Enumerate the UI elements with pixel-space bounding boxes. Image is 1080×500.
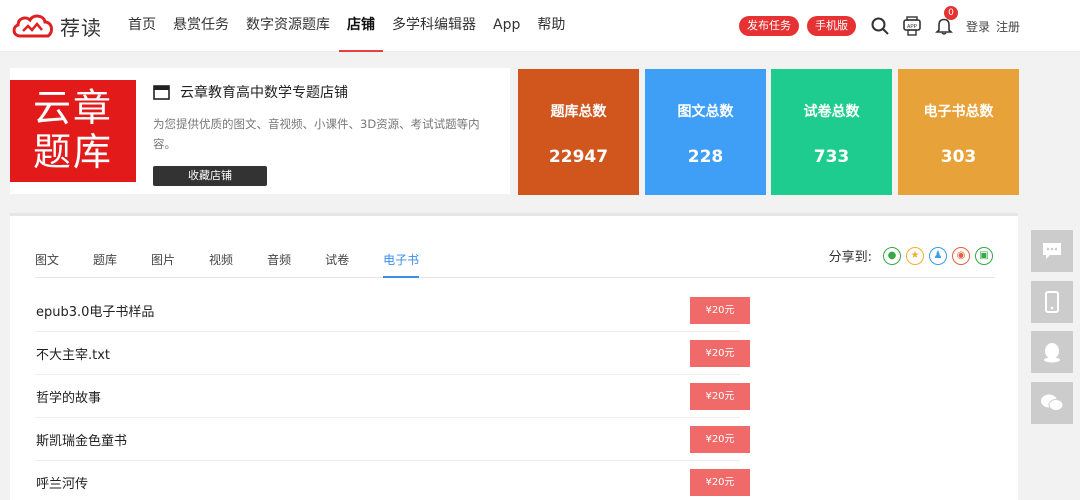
nav-home[interactable]: 首页 (120, 0, 164, 52)
stat-value: 733 (813, 147, 850, 167)
shop-logo-line1: 云章 (32, 86, 113, 130)
stat-label: 题库总数 (550, 104, 607, 120)
stat-label: 电子书总数 (923, 104, 994, 120)
tab-question-bank[interactable]: 题库 (93, 238, 117, 278)
list-item[interactable]: 不大主宰.txt ¥20元 (35, 332, 750, 375)
notification-bell-icon[interactable]: 0 (933, 6, 958, 37)
tab-images[interactable]: 图片 (151, 238, 175, 278)
app-download-icon[interactable]: APP (901, 15, 923, 37)
stat-value: 22947 (548, 147, 609, 167)
nav-help[interactable]: 帮助 (529, 0, 573, 52)
header-actions: 发布任务 手机版 APP 0 登录 注册 (738, 0, 1020, 52)
chat-bubble-icon (1043, 243, 1061, 259)
tab-videos[interactable]: 视频 (209, 238, 233, 278)
stat-label: 图文总数 (677, 104, 734, 120)
wechat-icon (1041, 394, 1064, 411)
nav-shop[interactable]: 店铺 (339, 0, 383, 52)
list-item[interactable]: 哲学的故事 ¥20元 (35, 375, 750, 418)
shop-name: 云章教育高中数学专题店铺 (180, 85, 348, 101)
weibo-share-icon[interactable]: ◉ (952, 246, 970, 265)
store-icon (153, 84, 170, 100)
top-header: 荐读 首页 悬赏任务 数字资源题库 店铺 多学科编辑器 App 帮助 发布任务 … (0, 0, 1080, 52)
list-item[interactable]: epub3.0电子书样品 ¥20元 (35, 289, 750, 332)
item-title[interactable]: 斯凯瑞金色童书 (35, 430, 127, 449)
price-button[interactable]: ¥20元 (690, 468, 750, 496)
main-nav: 首页 悬赏任务 数字资源题库 店铺 多学科编辑器 App 帮助 (120, 0, 574, 52)
price-button[interactable]: ¥20元 (690, 296, 750, 324)
stat-card-papers[interactable]: 试卷总数 733 (771, 69, 892, 195)
shop-logo: 云章 题库 (10, 80, 136, 182)
price-button[interactable]: ¥20元 (690, 339, 750, 367)
item-title[interactable]: 呼兰河传 (35, 473, 88, 492)
logo-text: 荐读 (60, 15, 102, 40)
search-icon[interactable] (869, 15, 891, 37)
login-link[interactable]: 登录 (966, 18, 990, 35)
cloud-logo-icon (12, 14, 54, 38)
site-logo[interactable]: 荐读 (10, 10, 102, 42)
list-item[interactable]: 呼兰河传 ¥20元 (35, 461, 750, 500)
side-wechat-button[interactable] (1031, 382, 1073, 424)
tab-papers[interactable]: 试卷 (325, 238, 349, 278)
stat-value: 303 (940, 147, 977, 167)
publish-task-button[interactable]: 发布任务 (738, 16, 799, 36)
side-qq-button[interactable] (1031, 331, 1073, 373)
share-label: 分享到: (828, 250, 872, 265)
item-title[interactable]: 不大主宰.txt (35, 344, 110, 363)
mobile-version-button[interactable]: 手机版 (806, 16, 856, 36)
shop-name-row: 云章教育高中数学专题店铺 (153, 82, 348, 102)
item-title[interactable]: 哲学的故事 (35, 387, 101, 406)
stat-value: 228 (687, 147, 724, 167)
item-title[interactable]: epub3.0电子书样品 (35, 301, 154, 320)
price-button[interactable]: ¥20元 (690, 425, 750, 453)
tab-articles[interactable]: 图文 (35, 238, 59, 278)
qq-icon (1044, 343, 1060, 363)
list-item[interactable]: 斯凯瑞金色童书 ¥20元 (35, 418, 750, 461)
favorite-shop-button[interactable]: 收藏店铺 (153, 166, 267, 186)
stat-card-ebooks[interactable]: 电子书总数 303 (898, 69, 1019, 195)
svg-text:APP: APP (907, 24, 918, 30)
qq-share-icon[interactable]: ♟ (929, 246, 947, 265)
stat-card-question-bank[interactable]: 题库总数 22947 (518, 69, 639, 195)
stat-label: 试卷总数 (803, 104, 860, 120)
stat-card-articles[interactable]: 图文总数 228 (645, 69, 766, 195)
side-message-button[interactable] (1031, 230, 1073, 272)
nav-bounty-tasks[interactable]: 悬赏任务 (165, 0, 237, 52)
ebook-list: epub3.0电子书样品 ¥20元 不大主宰.txt ¥20元 哲学的故事 ¥2… (35, 289, 750, 500)
phone-icon (1045, 291, 1059, 313)
shop-logo-line2: 题库 (32, 130, 113, 174)
resource-content: 图文 题库 图片 视频 音频 试卷 电子书 分享到: ● ★ ♟ ◉ ▣ epu… (10, 213, 1018, 500)
nav-multi-subject-editor[interactable]: 多学科编辑器 (384, 0, 484, 52)
douban-share-icon[interactable]: ▣ (975, 246, 993, 265)
share-bar: 分享到: ● ★ ♟ ◉ ▣ (829, 246, 993, 265)
side-mobile-button[interactable] (1031, 281, 1073, 323)
tab-audio[interactable]: 音频 (267, 238, 291, 278)
shop-description: 为您提供优质的图文、音视频、小课件、3D资源、考试试题等内容。 (153, 117, 480, 151)
shop-info-panel: 云章 题库 云章教育高中数学专题店铺 为您提供优质的图文、音视频、小课件、3D资… (10, 68, 510, 194)
notification-count-badge: 0 (943, 6, 958, 20)
price-button[interactable]: ¥20元 (690, 382, 750, 410)
qzone-share-icon[interactable]: ★ (906, 246, 924, 265)
tab-ebooks[interactable]: 电子书 (383, 238, 420, 278)
nav-app[interactable]: App (485, 0, 528, 52)
nav-digital-resources[interactable]: 数字资源题库 (238, 0, 338, 52)
wechat-share-icon[interactable]: ● (883, 246, 901, 265)
register-link[interactable]: 注册 (996, 18, 1020, 35)
